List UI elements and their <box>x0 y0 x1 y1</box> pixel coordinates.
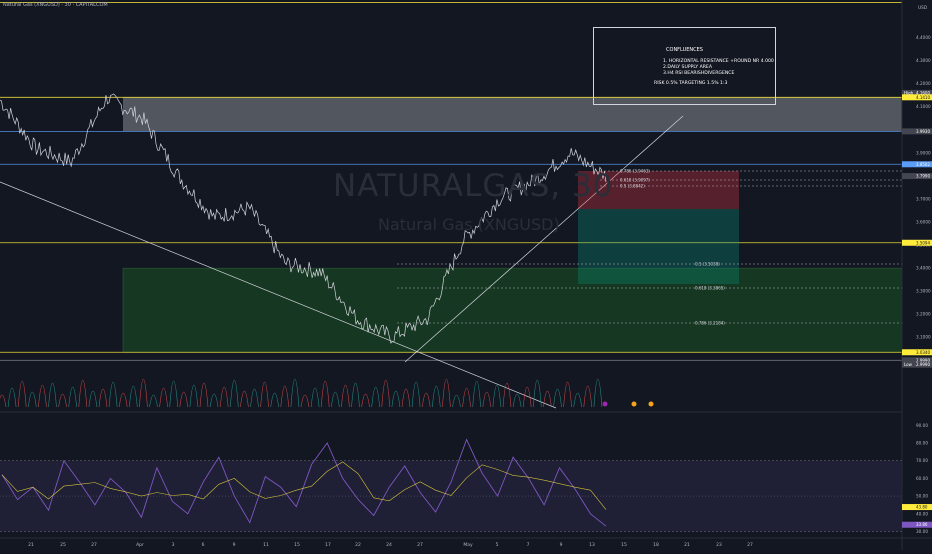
time-tick: 23 <box>716 542 722 548</box>
price-badge-value: 3.8502 <box>916 162 930 167</box>
time-tick: 17 <box>325 542 331 548</box>
time-tick: Apr <box>136 542 144 548</box>
time-tick: 5 <box>496 542 499 548</box>
time-tick: 22 <box>355 542 361 548</box>
rsi-tick: 80.00 <box>916 441 928 446</box>
rsi-badge-value: 43.80 <box>916 505 928 510</box>
time-tick: 13 <box>589 542 595 548</box>
rsi-tick: 30.00 <box>916 529 928 534</box>
price-tick: 3.7000 <box>916 196 931 201</box>
price-tick: 3.9000 <box>916 150 931 155</box>
time-tick: 25 <box>60 542 66 548</box>
confluences-title: CONFLUENCES <box>666 47 703 53</box>
price-badge-value: 3.7990 <box>916 174 930 179</box>
confluences-note[interactable]: CONFLUENCES 1. HORIZONTAL RESISTANCE +RO… <box>593 27 776 105</box>
price-tick: 3.4000 <box>916 265 931 270</box>
fib-label: 0.5 (3.8842) <box>620 184 645 189</box>
rsi-tick: 70.00 <box>916 458 928 463</box>
price-tick: 4.1000 <box>916 104 931 109</box>
chart-stage[interactable]: 0.786 (3.9463) 0.618 (3.9097) 0.5 (3.8842)… <box>0 0 932 550</box>
rsi-tick: 90.00 <box>916 423 928 428</box>
chart-canvas[interactable]: 0.786 (3.9463) 0.618 (3.9097)0.5 (3.8842)… <box>0 0 932 550</box>
time-tick: 18 <box>653 542 659 548</box>
confluence-line-2: 2.DAILY SUPPLY AREA <box>663 65 712 70</box>
confluence-line-1: 1. HORIZONTAL RESISTANCE +ROUND NR 4.000 <box>663 59 774 64</box>
price-tick: 3.1000 <box>916 335 931 340</box>
supply-zone <box>123 97 902 132</box>
symbol-title: Natural Gas (XNGUSD) · 30 · CAPITALCOM <box>3 2 108 8</box>
rsi-badge-value: 33.80 <box>916 522 928 527</box>
risk-note: RISK 0.5% TARGETING 1.5% 1:3 <box>654 81 728 86</box>
time-tick: 3 <box>172 542 175 548</box>
price-badge-value: 3.5094 <box>916 240 930 245</box>
watermark-symbol: NATURALGAS, 30 <box>333 168 614 204</box>
price-tick: 4.4000 <box>916 35 931 40</box>
time-tick: 21 <box>684 542 690 548</box>
fib-label: 0.786 (3.9463) <box>620 169 650 174</box>
time-tick: 7 <box>527 542 530 548</box>
price-badge-label: Low <box>904 362 913 367</box>
event-icon <box>648 401 654 407</box>
time-tick: 11 <box>263 542 269 548</box>
confluence-line-3: 3.H4 RSI BEARISHDIVERGENCE <box>663 71 735 76</box>
watermark-name: Natural Gas (XNGUSD) <box>378 215 560 234</box>
rsi-tick: 60.00 <box>916 476 928 481</box>
time-tick: 9 <box>560 542 563 548</box>
price-tick: 3.6000 <box>916 219 931 224</box>
price-tick: 3.2000 <box>916 312 931 317</box>
event-icon <box>631 401 637 407</box>
fib-label: 0.618 (3.9097) <box>620 178 650 183</box>
time-tick: 15 <box>621 542 627 548</box>
fib-label: 0.786 (3.2184) <box>695 321 725 326</box>
demand-zone <box>122 267 903 353</box>
time-tick: May <box>463 542 473 548</box>
time-tick: 24 <box>386 542 392 548</box>
time-tick: 15 <box>294 542 300 548</box>
price-badge-value: 4.1410 <box>916 95 930 100</box>
price-tick: 3.3000 <box>916 288 931 293</box>
price-tick: 4.3000 <box>916 58 931 63</box>
time-tick: 27 <box>91 542 97 548</box>
rsi-tick: 40.00 <box>916 511 928 516</box>
rsi-tick: 50.00 <box>916 494 928 499</box>
price-badge-value: 3.0340 <box>916 350 930 355</box>
price-badge-value: 3.9930 <box>916 129 930 134</box>
time-tick: 27 <box>417 542 423 548</box>
fib-label: 0.618 (3.3865) <box>695 286 725 291</box>
price-badge-value: 2.9990 <box>916 362 930 367</box>
currency-label: USD <box>918 5 928 11</box>
time-tick: 9 <box>233 542 236 548</box>
fib-label: 0.5 (3.5038) <box>695 262 720 267</box>
time-tick: 6 <box>202 542 205 548</box>
event-icon <box>602 401 608 407</box>
time-tick: 27 <box>747 542 753 548</box>
short-target-zone <box>578 209 739 284</box>
time-tick: 21 <box>28 542 34 548</box>
price-tick: 4.2000 <box>916 81 931 86</box>
